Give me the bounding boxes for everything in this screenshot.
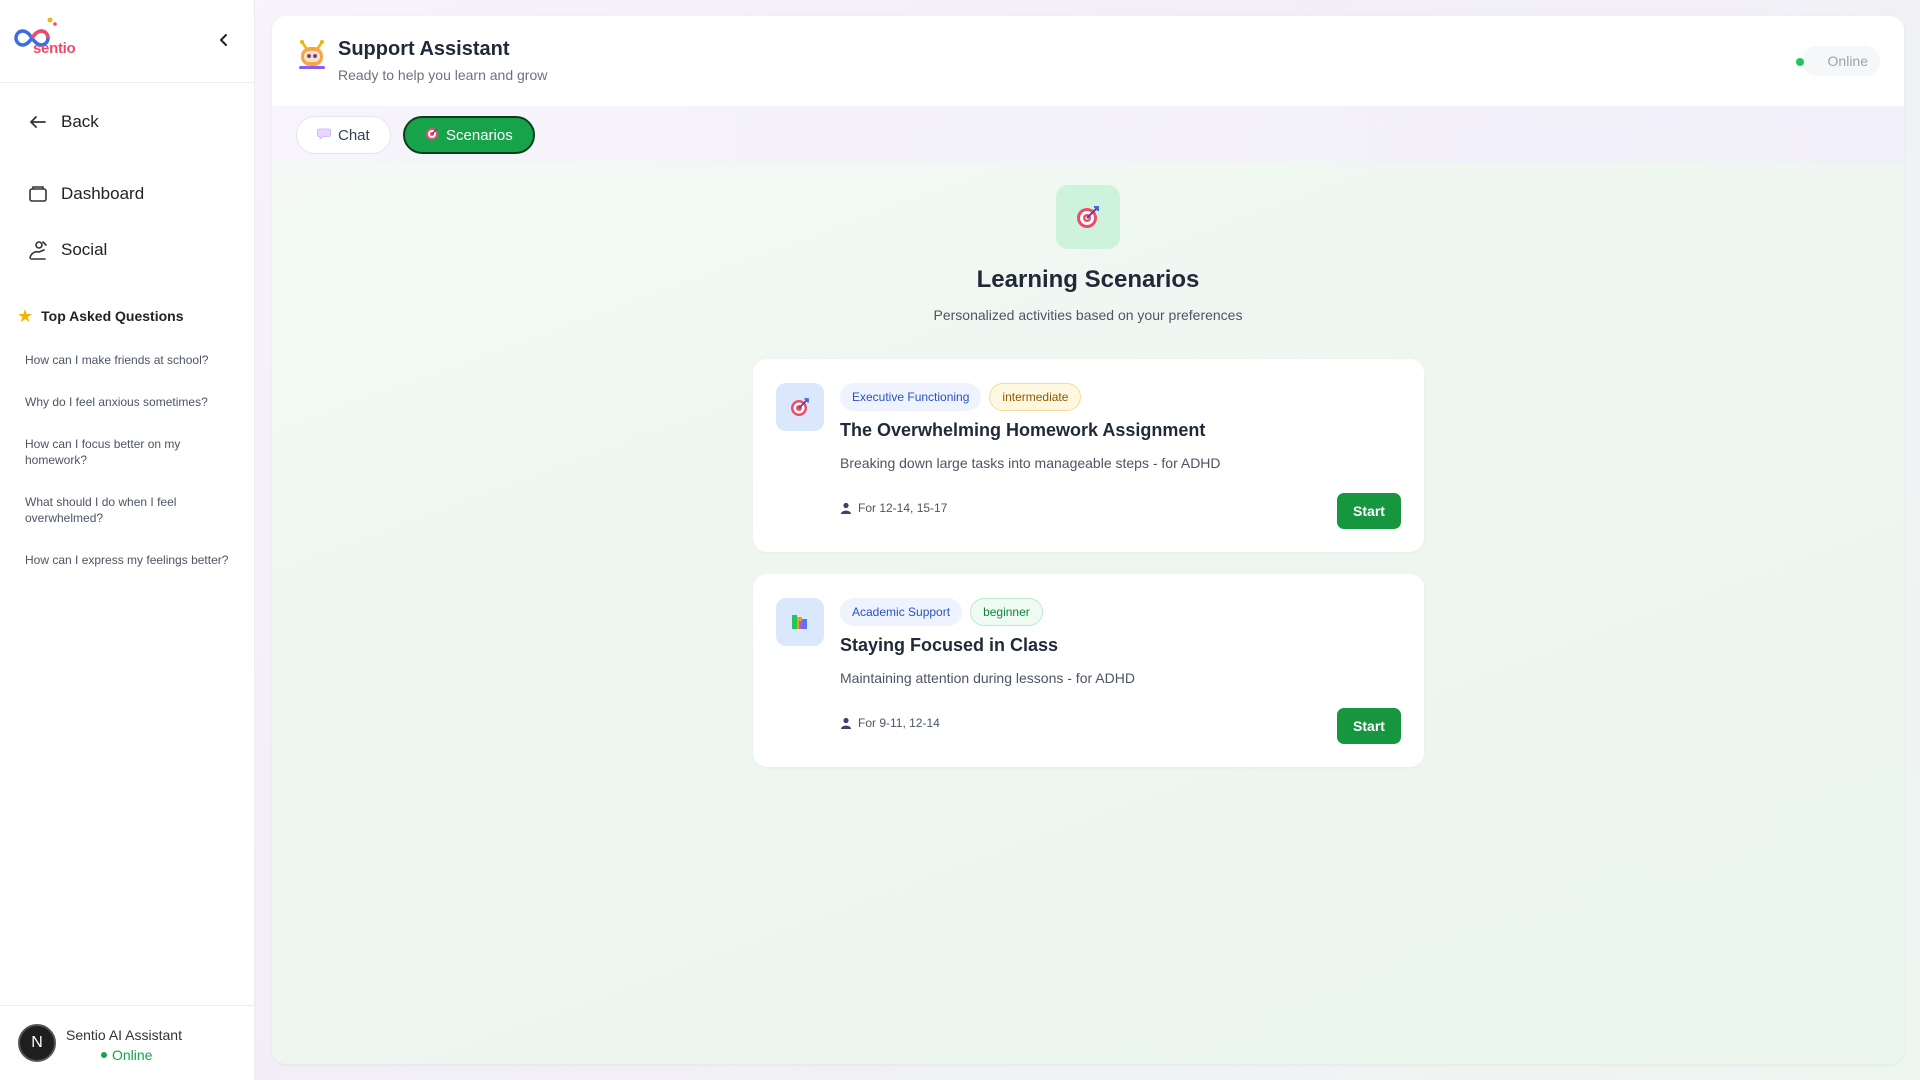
category-badge: Academic Support (840, 598, 963, 626)
section-title: Learning Scenarios (976, 266, 1200, 293)
assistant-status-label: Online (112, 1047, 153, 1063)
age-range-label: For 9-11, 12-14 (858, 716, 940, 730)
collapse-sidebar-icon[interactable] (214, 28, 234, 52)
main-header: Support Assistant Ready to help you lear… (272, 16, 1904, 106)
section-subtitle: Personalized activities based on your pr… (933, 307, 1243, 323)
target-icon (425, 127, 439, 144)
sidebar-item-label: Dashboard (61, 184, 145, 203)
sidebar: sentio Back Dashboard Social ★ Top Asked… (0, 0, 255, 1080)
scenario-card: Executive Functioning intermediate The O… (753, 359, 1424, 552)
assistant-profile: N Sentio AI Assistant Online (0, 1005, 255, 1080)
person-icon (841, 717, 851, 729)
robot-icon (299, 40, 325, 69)
start-button[interactable]: Start (1337, 493, 1401, 529)
top-questions-title: Top Asked Questions (41, 308, 184, 324)
social-icon (27, 239, 49, 261)
question-item[interactable]: What should I do when I feel overwhelmed… (25, 494, 230, 526)
sidebar-item-label: Social (61, 240, 108, 259)
question-item[interactable]: Why do I feel anxious sometimes? (25, 394, 230, 410)
badges: Academic Support beginner (840, 598, 1051, 626)
age-range: For 9-11, 12-14 (840, 716, 940, 730)
age-range: For 12-14, 15-17 (840, 501, 947, 515)
avatar[interactable]: N (18, 1024, 56, 1062)
assistant-status: Online (101, 1047, 152, 1063)
books-icon (776, 598, 824, 646)
age-range-label: For 12-14, 15-17 (858, 501, 948, 515)
arrow-left-icon (27, 111, 49, 133)
back-button[interactable]: Back (27, 111, 99, 133)
sidebar-item-dashboard[interactable]: Dashboard (27, 183, 144, 205)
tabs-bar: Chat Scenarios (272, 106, 1904, 162)
page-subtitle: Ready to help you learn and grow (338, 67, 548, 83)
assistant-name: Sentio AI Assistant (66, 1027, 182, 1043)
status-dot-icon (101, 1052, 107, 1058)
online-dot-icon (1795, 58, 1804, 66)
status-label: Online (1827, 53, 1868, 69)
logo-text: sentio (33, 40, 76, 57)
question-item[interactable]: How can I express my feelings better? (25, 552, 230, 568)
scenario-description: Breaking down large tasks into manageabl… (840, 455, 1221, 471)
back-label: Back (61, 112, 99, 131)
sidebar-item-social[interactable]: Social (27, 239, 107, 261)
start-button[interactable]: Start (1337, 708, 1401, 744)
person-icon (841, 502, 851, 514)
target-icon (776, 383, 824, 431)
badges: Executive Functioning intermediate (840, 383, 1089, 411)
tab-scenarios[interactable]: Scenarios (403, 116, 535, 154)
tab-label: Chat (338, 126, 370, 144)
dashboard-icon (27, 183, 49, 205)
main-panel: Support Assistant Ready to help you lear… (272, 16, 1904, 1064)
category-badge: Executive Functioning (840, 383, 982, 411)
speech-bubble-icon (317, 128, 331, 143)
question-item[interactable]: How can I focus better on my homework? (25, 436, 230, 468)
status-badge: Online (1795, 46, 1880, 76)
tab-label: Scenarios (446, 126, 513, 144)
top-questions-heading: ★ Top Asked Questions (17, 307, 184, 325)
sidebar-header: sentio (0, 0, 254, 83)
hero-target-icon (1056, 185, 1120, 249)
scenario-title: Staying Focused in Class (840, 635, 1059, 655)
star-icon: ★ (17, 306, 34, 326)
scenario-card: Academic Support beginner Staying Focuse… (753, 574, 1424, 767)
question-item[interactable]: How can I make friends at school? (25, 352, 230, 368)
scenario-title: The Overwhelming Homework Assignment (840, 420, 1206, 440)
scenario-description: Maintaining attention during lessons - f… (840, 670, 1135, 686)
tab-chat[interactable]: Chat (296, 116, 391, 154)
page-title: Support Assistant (338, 38, 510, 60)
level-badge: beginner (970, 598, 1043, 626)
level-badge: intermediate (989, 383, 1082, 411)
